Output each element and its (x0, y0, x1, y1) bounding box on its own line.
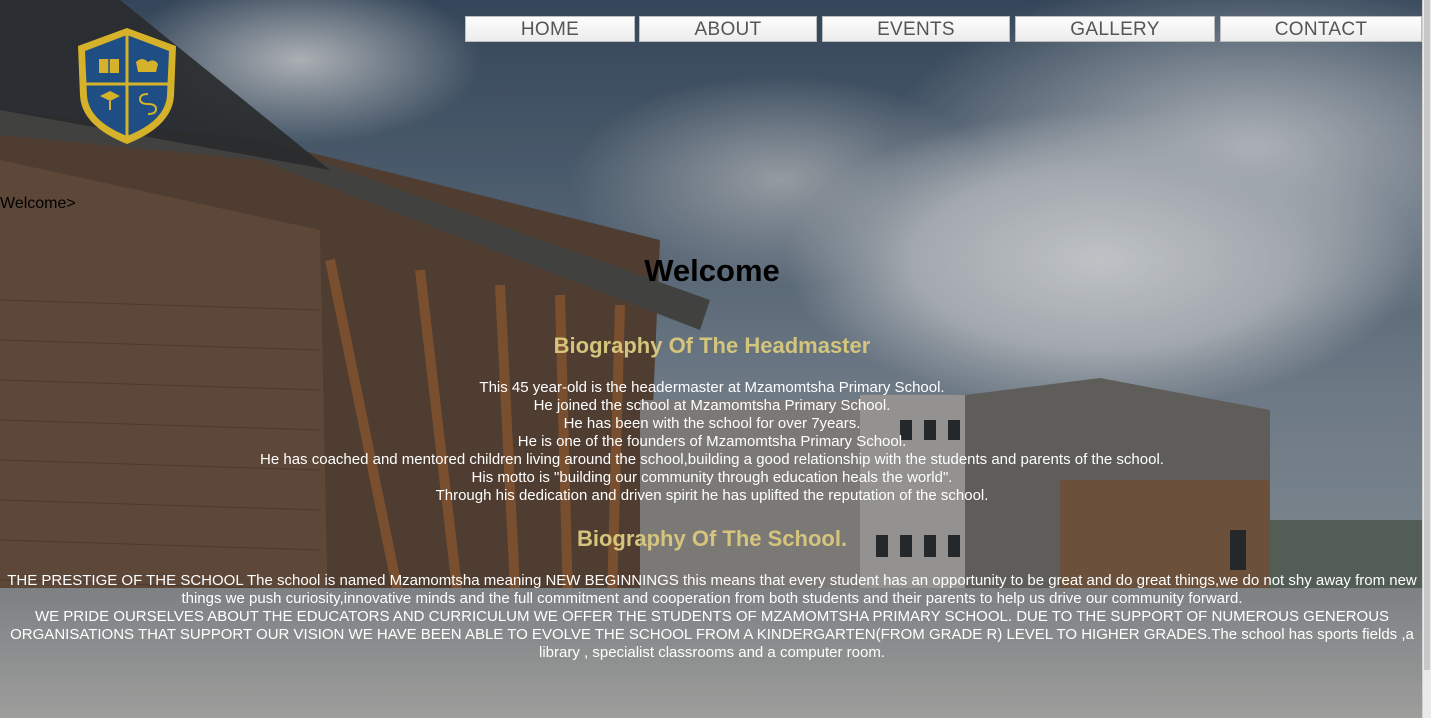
headmaster-bio-heading: Biography Of The Headmaster (553, 333, 871, 358)
bio-line: He has been with the school for over 7ye… (563, 415, 861, 432)
nav-home[interactable]: HOME (465, 16, 635, 42)
bio-line: He is one of the founders of Mzamomtsha … (517, 433, 907, 450)
nav-contact[interactable]: CONTACT (1220, 16, 1422, 42)
school-bio-paragraph-2: WE PRIDE OURSELVES ABOUT THE EDUCATORS A… (10, 608, 1414, 661)
school-bio-text: THE PRESTIGE OF THE SCHOOL The school is… (6, 572, 1418, 662)
school-bio-heading: Biography Of The School. (576, 526, 848, 551)
nav-gallery[interactable]: GALLERY (1015, 16, 1215, 42)
page-title: Welcome (644, 253, 780, 288)
headmaster-bio-text: This 45 year-old is the headermaster at … (0, 379, 1424, 505)
school-bio-paragraph-1: THE PRESTIGE OF THE SCHOOL The school is… (7, 572, 1417, 607)
page-scrollbar[interactable] (1422, 0, 1431, 718)
scrollbar-thumb[interactable] (1424, 0, 1430, 670)
bio-line: He has coached and mentored children liv… (260, 451, 1164, 468)
bio-line: He joined the school at Mzamomtsha Prima… (533, 397, 891, 414)
bio-line: His motto is "building our community thr… (471, 469, 953, 486)
bio-line: Through his dedication and driven spirit… (435, 487, 989, 504)
school-crest-logo (78, 28, 176, 144)
bio-line: This 45 year-old is the headermaster at … (479, 379, 945, 396)
breadcrumb: Welcome> (0, 195, 76, 212)
nav-events[interactable]: EVENTS (822, 16, 1010, 42)
nav-about[interactable]: ABOUT (639, 16, 817, 42)
